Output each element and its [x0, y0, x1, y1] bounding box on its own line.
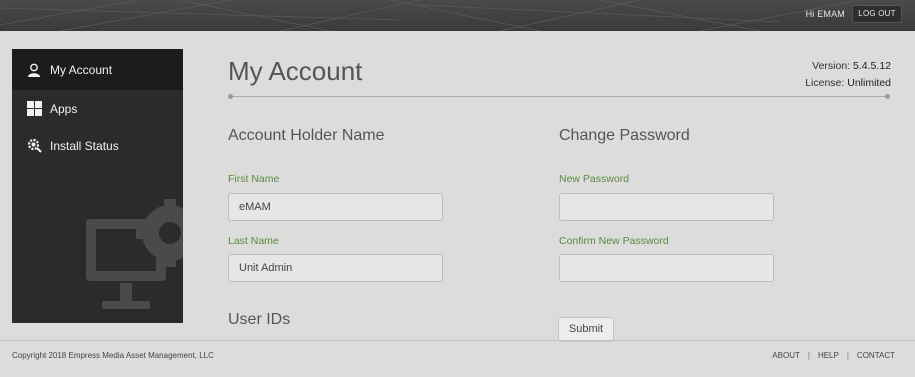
- link-separator: |: [846, 351, 849, 360]
- last-name-label: Last Name: [228, 235, 279, 247]
- top-bar: Hi EMAM LOG OUT: [0, 0, 915, 31]
- first-name-label: First Name: [228, 173, 280, 185]
- sidebar-item-my-account[interactable]: My Account: [12, 49, 183, 90]
- about-link[interactable]: ABOUT: [772, 351, 800, 360]
- version-info: Version: 5.4.5.12 License: Unlimited: [805, 58, 891, 92]
- user-icon: [26, 62, 42, 78]
- gear-search-icon: [26, 138, 42, 154]
- footer-links: ABOUT | HELP | CONTACT: [772, 351, 895, 360]
- monitor-gear-background-icon: [86, 199, 183, 309]
- license-value: Unlimited: [847, 77, 891, 89]
- user-greeting: Hi EMAM: [805, 9, 845, 19]
- sidebar-item-label: My Account: [50, 62, 113, 77]
- version-label: Version:: [812, 60, 851, 72]
- first-name-field[interactable]: [228, 193, 443, 221]
- user-ids-title: User IDs: [228, 311, 291, 328]
- contact-link[interactable]: CONTACT: [857, 351, 895, 360]
- page-title: My Account: [228, 56, 363, 86]
- header-decoration: [0, 0, 861, 31]
- last-name-field[interactable]: [228, 254, 443, 282]
- link-separator: |: [807, 351, 810, 360]
- sidebar: My Account Apps Install Status: [12, 49, 183, 323]
- help-link[interactable]: HELP: [818, 351, 839, 360]
- sidebar-item-label: Install Status: [50, 138, 119, 153]
- change-password-title: Change Password: [559, 127, 690, 144]
- confirm-password-label: Confirm New Password: [559, 235, 669, 247]
- account-holder-title: Account Holder Name: [228, 127, 385, 144]
- divider-dot-left: [228, 94, 233, 99]
- license-label: License:: [805, 77, 845, 89]
- sidebar-item-apps[interactable]: Apps: [12, 90, 183, 127]
- title-divider: [230, 96, 888, 97]
- new-password-field[interactable]: [559, 193, 774, 221]
- sidebar-item-label: Apps: [50, 101, 78, 116]
- submit-button[interactable]: Submit: [558, 317, 614, 342]
- logout-button[interactable]: LOG OUT: [852, 5, 902, 23]
- divider-dot-right: [885, 94, 890, 99]
- version-value: 5.4.5.12: [853, 60, 891, 72]
- footer-divider: [0, 340, 915, 341]
- new-password-label: New Password: [559, 173, 630, 185]
- grid-icon: [26, 101, 42, 117]
- confirm-password-field[interactable]: [559, 254, 774, 282]
- copyright-text: Copyright 2018 Empress Media Asset Manag…: [12, 351, 214, 360]
- sidebar-item-install-status[interactable]: Install Status: [12, 127, 183, 164]
